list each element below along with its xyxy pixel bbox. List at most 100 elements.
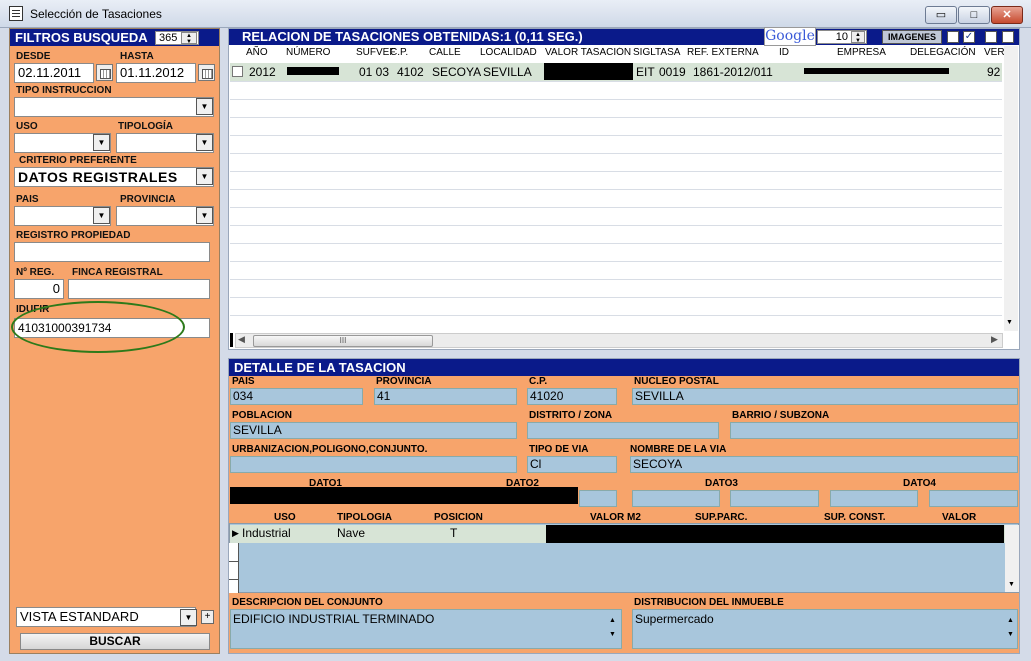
vertical-scrollbar[interactable] (1004, 46, 1018, 331)
descripcion-textarea[interactable]: EDIFICIO INDUSTRIAL TERMINADO (230, 609, 622, 649)
distribucion-textarea[interactable]: Supermercado (632, 609, 1018, 649)
chevron-down-icon[interactable]: ▼ (196, 207, 213, 224)
finca-field[interactable] (68, 279, 210, 299)
chevron-down-icon[interactable]: ▼ (93, 207, 110, 224)
dato2-field[interactable] (579, 490, 617, 507)
nombrevia-field[interactable]: SECOYA (630, 456, 1018, 473)
col-header-id[interactable]: ID (779, 47, 789, 58)
row-header-column (229, 543, 239, 593)
chevron-down-icon[interactable]: ▼ (196, 168, 213, 185)
subgrid-col-sup-const[interactable]: SUP. CONST. (824, 512, 886, 523)
google-logo[interactable]: Google (764, 27, 816, 46)
cell-sigla: EIT (636, 65, 655, 79)
results-panel: RELACION DE TASACIONES OBTENIDAS:1 (0,11… (228, 27, 1020, 350)
chevron-down-icon[interactable]: ▼ (180, 609, 197, 626)
scroll-left-icon[interactable]: ◀ (238, 334, 245, 345)
detail-header: DETALLE DE LA TASACION (229, 359, 1019, 376)
scroll-down-icon[interactable]: ▼ (1008, 581, 1015, 588)
grid-line (229, 579, 239, 580)
tipovia-field[interactable]: Cl (527, 456, 617, 473)
col-header-ver[interactable]: VER (984, 47, 1004, 58)
col-header-siglatasa[interactable]: SIGLTASA (633, 47, 680, 58)
col-header-calle[interactable]: CALLE (429, 47, 461, 58)
criterio-select[interactable]: DATOS REGISTRALES (14, 167, 214, 187)
col-header-empresa[interactable]: EMPRESA (837, 47, 886, 58)
option-checkbox[interactable] (1002, 31, 1014, 43)
redacted-numero (287, 67, 339, 75)
chevron-down-icon[interactable]: ▼ (93, 134, 110, 151)
subgrid-col-valor-m2[interactable]: VALOR M2 (590, 512, 641, 523)
barrio-field[interactable] (730, 422, 1018, 439)
option-checkbox[interactable] (985, 31, 997, 43)
scroll-down-icon[interactable]: ▼ (1006, 319, 1013, 326)
descripcion-scroll-icon[interactable]: ▲ ▼ (609, 614, 616, 642)
subgrid-col-valor[interactable]: VALOR (942, 512, 976, 523)
vista-select[interactable]: VISTA ESTANDARD (16, 607, 196, 627)
hasta-date-field[interactable]: 01.11.2012 (116, 63, 196, 83)
row-marker (230, 333, 233, 347)
desde-date-field[interactable]: 02.11.2011 (14, 63, 94, 83)
criterio-label: CRITERIO PREFERENTE (19, 155, 137, 166)
close-button[interactable]: ✕ (991, 6, 1023, 24)
chevron-down-icon[interactable]: ▼ (196, 134, 213, 151)
poblacion-field[interactable]: SEVILLA (230, 422, 517, 439)
desde-calendar-icon[interactable] (96, 64, 113, 81)
urbanizacion-field[interactable] (230, 456, 517, 473)
col-header-localidad[interactable]: LOCALIDAD (480, 47, 537, 58)
col-header-cp[interactable]: C.P. (390, 47, 408, 58)
provincia-field[interactable]: 41 (374, 388, 517, 405)
subgrid-col-sup-parc[interactable]: SUP.PARC. (695, 512, 747, 523)
col-header-ref-externa[interactable]: REF. EXTERNA (687, 47, 759, 58)
dato4b-field[interactable] (929, 490, 1018, 507)
imagenes-label: IMAGENES (882, 30, 942, 44)
cell-cp: 4102 (397, 65, 424, 79)
scroll-right-icon[interactable]: ▶ (991, 334, 998, 345)
tipo-instruccion-select[interactable] (14, 97, 214, 117)
dato3a-field[interactable] (632, 490, 720, 507)
subgrid-col-posicion[interactable]: POSICION (434, 512, 483, 523)
pais-field[interactable]: 034 (230, 388, 363, 405)
distribucion-text: Supermercado (635, 612, 714, 626)
dato4a-field[interactable] (830, 490, 918, 507)
dato3-label: DATO3 (705, 478, 738, 489)
dato3b-field[interactable] (730, 490, 819, 507)
col-header-valor[interactable]: VALOR TASACIÓN (545, 47, 632, 58)
registro-field[interactable] (14, 242, 210, 262)
col-header-numero[interactable]: NÚMERO (286, 47, 330, 58)
col-header-delegacion[interactable]: DELEGACIÓN (910, 47, 976, 58)
nucleo-field[interactable]: SEVILLA (632, 388, 1018, 405)
col-header-anio[interactable]: AÑO (246, 47, 268, 58)
filters-panel: FILTROS BUSQUEDA 365 ▲ ▼ DESDE 02.11.2011… (9, 28, 220, 654)
filters-header-label: FILTROS BUSQUEDA (15, 30, 148, 45)
distribucion-scroll-icon[interactable]: ▲ ▼ (1007, 614, 1014, 642)
row-checkbox[interactable] (232, 66, 243, 77)
distrito-label: DISTRITO / ZONA (529, 410, 613, 421)
distrito-field[interactable] (527, 422, 719, 439)
nreg-field[interactable]: 0 (14, 279, 64, 299)
cp-label: C.P. (529, 376, 548, 387)
grid-line (230, 261, 1002, 262)
checked-checkbox[interactable]: ✓ (963, 31, 975, 43)
search-button[interactable]: BUSCAR (20, 633, 210, 650)
minimize-button[interactable]: ▭ (925, 6, 957, 24)
descripcion-text: EDIFICIO INDUSTRIAL TERMINADO (233, 612, 435, 626)
chevron-down-icon[interactable]: ▼ (196, 98, 213, 115)
barrio-label: BARRIO / SUBZONA (732, 410, 830, 421)
tipo-instruccion-label: TIPO INSTRUCCION (16, 85, 112, 96)
uso-label: USO (16, 121, 38, 132)
scroll-thumb[interactable]: III (253, 335, 433, 347)
grid-line (230, 81, 1002, 82)
add-view-button[interactable]: + (201, 610, 214, 624)
imagenes-checkbox[interactable] (947, 31, 959, 43)
days-spinner-arrows-icon[interactable]: ▲ ▼ (181, 32, 197, 45)
grid-line (230, 153, 1002, 154)
maximize-button[interactable]: □ (958, 6, 990, 24)
subgrid-col-tipologia[interactable]: TIPOLOGIA (337, 512, 392, 523)
hasta-calendar-icon[interactable] (198, 64, 215, 81)
subgrid-col-uso[interactable]: USO (274, 512, 296, 523)
window-title: Selección de Tasaciones (30, 7, 162, 21)
count-spinner-arrows-icon[interactable]: ▲ ▼ (851, 31, 865, 44)
cp-field[interactable]: 41020 (527, 388, 617, 405)
detail-header-label: DETALLE DE LA TASACION (234, 360, 406, 375)
cell-ref-externa: 1861-2012/011 (693, 65, 773, 79)
